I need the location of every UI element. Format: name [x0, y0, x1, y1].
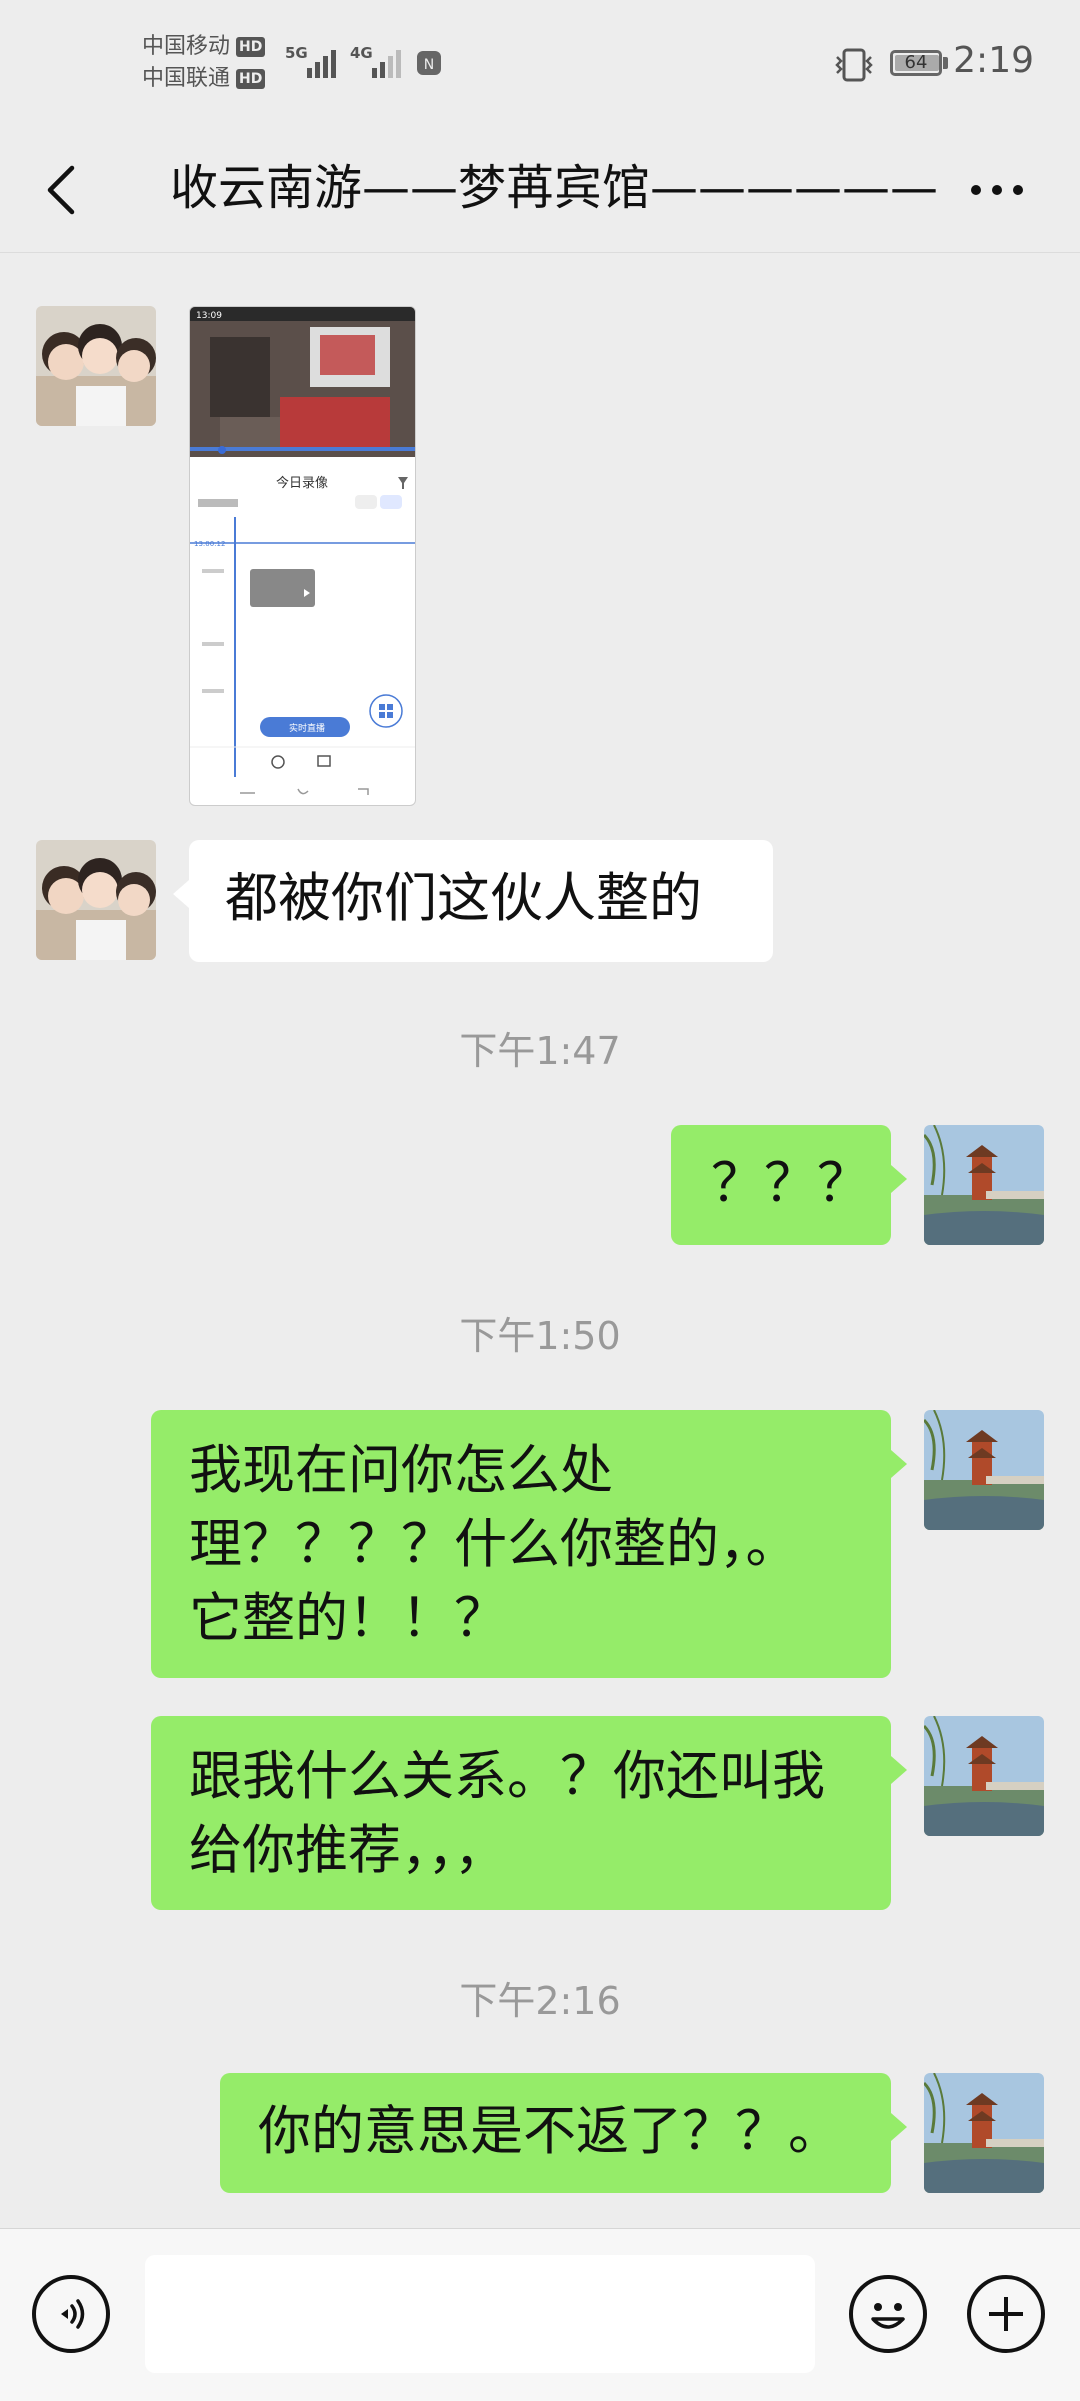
status-bar: 中国移动 HD 中国联通 HD 5G 4G N 64 2:19: [0, 0, 1080, 130]
my-avatar[interactable]: [924, 1125, 1044, 1245]
carrier-1: 中国移动 HD: [142, 34, 266, 60]
svg-text:今日录像: 今日录像: [276, 475, 328, 491]
plus-icon: [989, 2297, 1023, 2331]
more-functions-button[interactable]: [967, 2275, 1045, 2353]
signal-5g-icon: 5G: [285, 44, 336, 78]
svg-text:N: N: [424, 57, 434, 73]
timestamp: 下午1:50: [459, 1314, 621, 1358]
emoji-icon: [871, 2303, 905, 2329]
clock: 2:19: [953, 40, 1034, 81]
back-icon[interactable]: [38, 160, 88, 220]
my-avatar[interactable]: [924, 2073, 1044, 2193]
carrier-2: 中国联通 HD: [142, 66, 266, 92]
message-line: 理？？？？什么你整的，。: [189, 1514, 799, 1575]
svg-text:13:09: 13:09: [196, 311, 222, 321]
sent-message-bubble[interactable]: 跟我什么关系。？你还叫我 给你推荐，，，: [151, 1716, 907, 1910]
chat-header: 收云南游——梦苒宾馆——————: [0, 130, 1080, 253]
message-line: 给你推荐，，，: [189, 1820, 507, 1881]
my-avatar[interactable]: [924, 1410, 1044, 1530]
shared-screenshot-image[interactable]: 13:09 今日录像 13:00:12 实时直播: [189, 306, 416, 806]
contact-avatar[interactable]: [36, 840, 156, 960]
message-text: 你的意思是不返了？？。: [258, 2101, 841, 2162]
message-text: 都被你们这伙人整的: [225, 868, 702, 929]
received-message-bubble[interactable]: 都被你们这伙人整的: [173, 840, 773, 962]
svg-text:13:00:12: 13:00:12: [194, 540, 225, 548]
more-options-icon[interactable]: [962, 160, 1032, 220]
emoji-button[interactable]: [849, 2275, 927, 2353]
vibrate-icon: [835, 48, 873, 82]
battery-icon: 64: [890, 50, 942, 76]
timestamp: 下午1:47: [459, 1029, 621, 1073]
message-text: ？？？: [711, 1153, 870, 1214]
message-line: 我现在问你怎么处: [189, 1440, 613, 1501]
sent-message-bubble[interactable]: ？？？: [671, 1125, 907, 1245]
message-input[interactable]: [145, 2255, 815, 2373]
voice-icon: [61, 2299, 85, 2329]
sent-message-bubble[interactable]: 我现在问你怎么处 理？？？？什么你整的，。 它整的！！？: [151, 1410, 907, 1678]
chat-title: 收云南游——梦苒宾馆——————: [170, 160, 939, 216]
nfc-icon: N: [417, 51, 441, 75]
sent-message-bubble[interactable]: 你的意思是不返了？？。: [220, 2073, 907, 2193]
signal-4g-icon: 4G: [350, 44, 401, 78]
svg-text:实时直播: 实时直播: [289, 722, 325, 734]
message-line: 它整的！！？: [189, 1588, 507, 1649]
svg-text:4G: 4G: [350, 44, 373, 62]
contact-avatar[interactable]: [36, 306, 156, 426]
message-line: 跟我什么关系。？你还叫我: [189, 1746, 825, 1807]
timestamp: 下午2:16: [459, 1979, 621, 2023]
input-bar: [0, 2228, 1080, 2401]
svg-text:5G: 5G: [285, 44, 308, 62]
my-avatar[interactable]: [924, 1716, 1044, 1836]
voice-input-button[interactable]: [32, 2275, 110, 2353]
